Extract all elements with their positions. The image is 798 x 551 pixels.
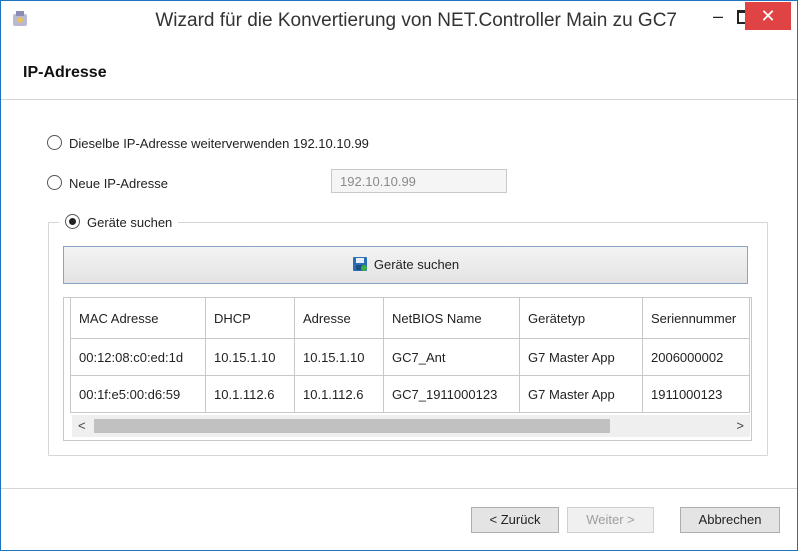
cell-dhcp: 10.1.112.6 — [205, 375, 295, 413]
cell-mac: 00:12:08:c0:ed:1d — [70, 338, 206, 376]
cell-device-type: G7 Master App — [519, 375, 643, 413]
floppy-disk-icon — [352, 250, 368, 271]
cell-netbios: GC7_Ant — [383, 338, 520, 376]
radio-circle[interactable] — [47, 175, 62, 190]
column-header-address[interactable]: Adresse — [294, 298, 384, 339]
close-button[interactable]: ✕ — [745, 2, 791, 30]
radio-circle[interactable] — [47, 135, 62, 150]
page-header: IP-Adresse — [1, 39, 797, 100]
title-bar: Wizard für die Konvertierung von NET.Con… — [1, 1, 797, 39]
radio-new-ip-label: Neue IP-Adresse — [69, 176, 168, 191]
column-header-serial[interactable]: Seriennummer — [642, 298, 750, 339]
radio-reuse-ip-label: Dieselbe IP-Adresse weiterverwenden 192.… — [69, 136, 369, 151]
radio-search-devices[interactable]: Geräte suchen — [59, 214, 179, 230]
cancel-button[interactable]: Abbrechen — [680, 507, 780, 533]
cell-serial: 2006000002 — [642, 338, 750, 376]
table-row[interactable]: 00:12:08:c0:ed:1d 10.15.1.10 10.15.1.10 … — [70, 338, 750, 376]
radio-new-ip[interactable]: Neue IP-Adresse — [47, 175, 168, 191]
cell-address: 10.1.112.6 — [294, 375, 384, 413]
cell-serial: 1911000123 — [642, 375, 750, 413]
scroll-left-arrow-icon[interactable]: < — [78, 418, 86, 433]
cell-dhcp: 10.15.1.10 — [205, 338, 295, 376]
table-header-row: MAC Adresse DHCP Adresse NetBIOS Name Ge… — [70, 298, 750, 339]
radio-circle-checked[interactable] — [65, 214, 80, 229]
column-header-netbios[interactable]: NetBIOS Name — [383, 298, 520, 339]
column-header-dhcp[interactable]: DHCP — [205, 298, 295, 339]
window-title: Wizard für die Konvertierung von NET.Con… — [155, 10, 677, 31]
page-title: IP-Adresse — [23, 64, 107, 81]
minimize-button[interactable]: – — [707, 1, 729, 31]
scroll-right-arrow-icon[interactable]: > — [736, 418, 744, 433]
radio-reuse-ip[interactable]: Dieselbe IP-Adresse weiterverwenden 192.… — [47, 135, 369, 151]
table-row[interactable]: 00:1f:e5:00:d6:59 10.1.112.6 10.1.112.6 … — [70, 375, 750, 413]
cell-address: 10.15.1.10 — [294, 338, 384, 376]
wizard-window: Wizard für die Konvertierung von NET.Con… — [0, 0, 798, 551]
footer-divider — [1, 488, 797, 489]
devices-table: MAC Adresse DHCP Adresse NetBIOS Name Ge… — [63, 297, 752, 441]
column-header-device-type[interactable]: Gerätetyp — [519, 298, 643, 339]
next-button[interactable]: Weiter > — [567, 507, 654, 533]
column-header-mac[interactable]: MAC Adresse — [70, 298, 206, 339]
devices-grid: MAC Adresse DHCP Adresse NetBIOS Name Ge… — [70, 298, 750, 413]
cell-device-type: G7 Master App — [519, 338, 643, 376]
new-ip-field[interactable] — [331, 169, 507, 193]
back-button[interactable]: < Zurück — [471, 507, 559, 533]
scrollbar-thumb[interactable] — [94, 419, 610, 433]
search-devices-button-label: Geräte suchen — [373, 257, 460, 272]
cell-netbios: GC7_1911000123 — [383, 375, 520, 413]
horizontal-scrollbar[interactable]: < > — [72, 415, 750, 437]
cell-mac: 00:1f:e5:00:d6:59 — [70, 375, 206, 413]
search-devices-button[interactable]: Geräte suchen — [63, 246, 748, 284]
radio-search-devices-label: Geräte suchen — [87, 215, 173, 230]
